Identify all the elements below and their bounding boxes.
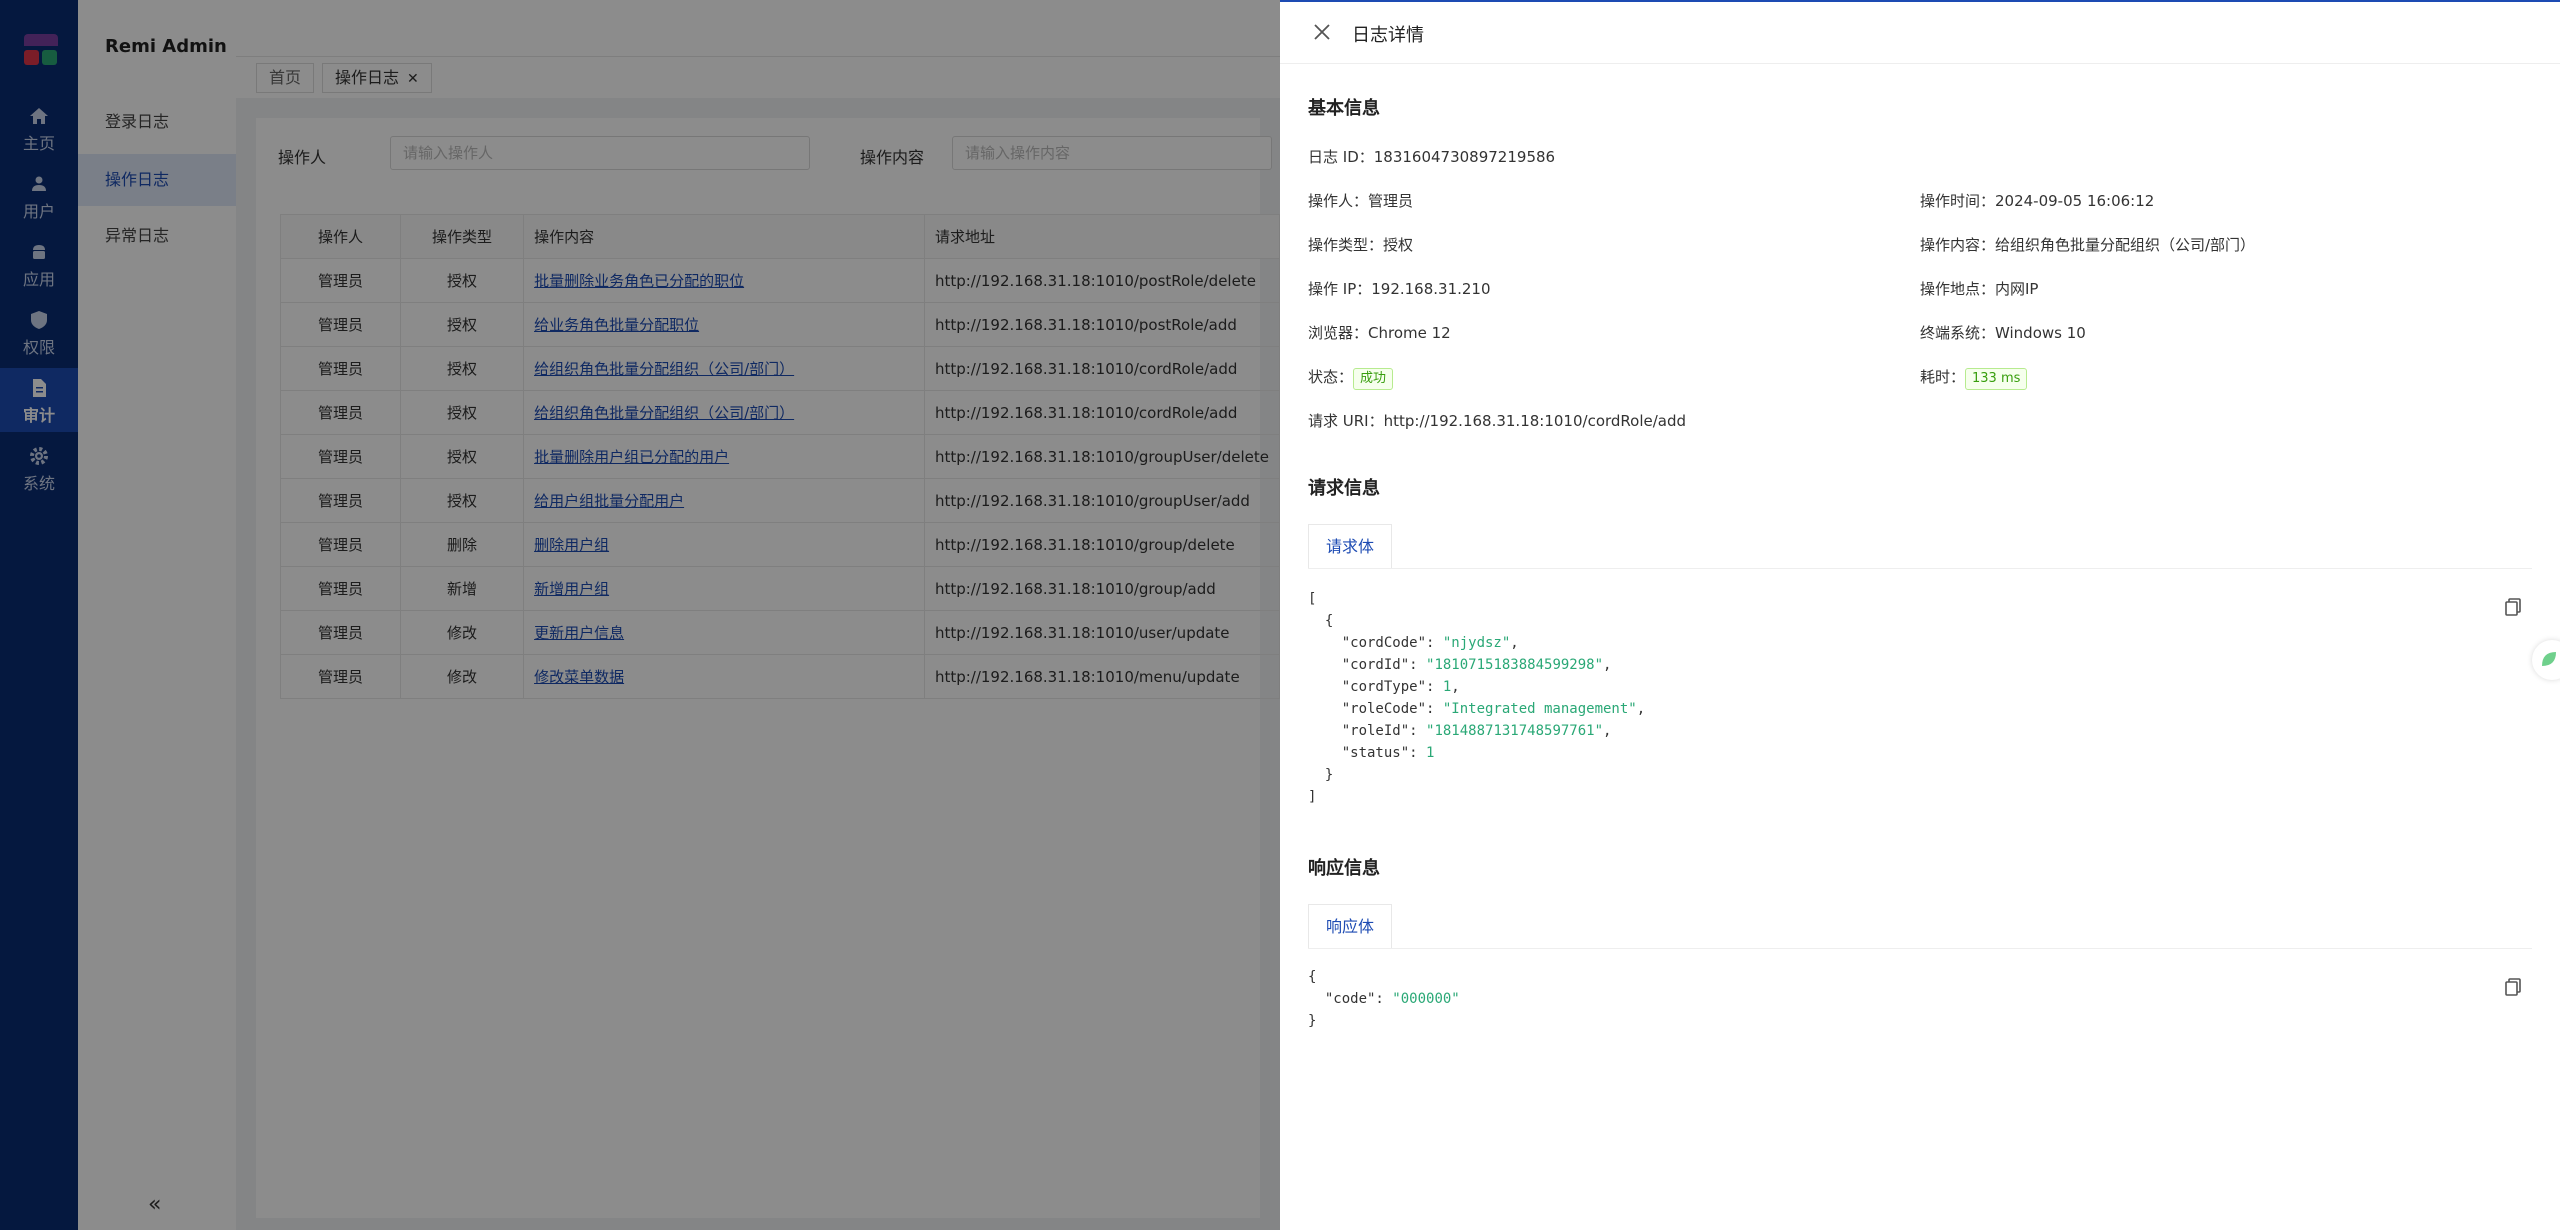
operation-ip: 操作 IP：192.168.31.210: [1308, 280, 1491, 298]
basic-info-title: 基本信息: [1308, 98, 1380, 119]
operator: 操作人：管理员: [1308, 192, 1414, 210]
divider: [1308, 568, 2532, 569]
copy-response-icon[interactable]: [2504, 978, 2522, 996]
json-value: "njydsz": [1442, 635, 1511, 651]
tab-response-body[interactable]: 响应体: [1308, 904, 1392, 948]
log-detail-drawer: 日志详情 基本信息 日志 ID：1831604730897219586 操作人：…: [1280, 0, 2560, 1230]
json-value: "000000": [1392, 991, 1460, 1007]
drawer-header: 日志详情: [1280, 2, 2560, 64]
os: 终端系统：Windows 10: [1920, 324, 2086, 342]
response-info-title: 响应信息: [1308, 858, 1380, 879]
drawer-mask[interactable]: [0, 0, 1280, 1230]
status-label: 状态：: [1308, 368, 1354, 386]
response-body-code: { "code": "000000" }: [1308, 969, 1460, 1029]
json-value: 1: [1442, 679, 1452, 695]
duration-field: 耗时： 133 ms: [1920, 366, 2028, 390]
drawer-title: 日志详情: [1352, 25, 1424, 46]
log-id: 日志 ID：1831604730897219586: [1308, 148, 1556, 166]
duration-badge: 133 ms: [1965, 368, 2028, 390]
json-value: "1814887131748597761": [1426, 723, 1604, 739]
json-value: "1810715183884599298": [1426, 657, 1604, 673]
tab-request-body[interactable]: 请求体: [1308, 524, 1392, 568]
json-value: "Integrated management": [1442, 701, 1637, 717]
json-value: 1: [1426, 745, 1435, 761]
status-badge: 成功: [1353, 368, 1394, 390]
status-field: 状态： 成功: [1308, 366, 1394, 390]
copy-request-icon[interactable]: [2504, 598, 2522, 616]
operation-time: 操作时间：2024-09-05 16:06:12: [1920, 192, 2155, 210]
operation-location: 操作地点：内网IP: [1920, 280, 2039, 298]
duration-label: 耗时：: [1920, 368, 1966, 386]
request-body-code: [ { "cordCode": "njydsz", "cordId": "181…: [1308, 591, 1646, 805]
leaf-icon: [2542, 652, 2556, 666]
divider: [1308, 948, 2532, 949]
floating-assistant-button[interactable]: [2532, 640, 2560, 680]
operation-type: 操作类型：授权: [1308, 236, 1414, 254]
request-uri: 请求 URI：http://192.168.31.18:1010/cordRol…: [1308, 412, 1687, 430]
browser: 浏览器：Chrome 12: [1308, 324, 1451, 342]
close-icon[interactable]: [1312, 22, 1332, 42]
operation-content: 操作内容：给组织角色批量分配组织（公司/部门）: [1920, 236, 2256, 254]
request-info-title: 请求信息: [1308, 478, 1380, 499]
